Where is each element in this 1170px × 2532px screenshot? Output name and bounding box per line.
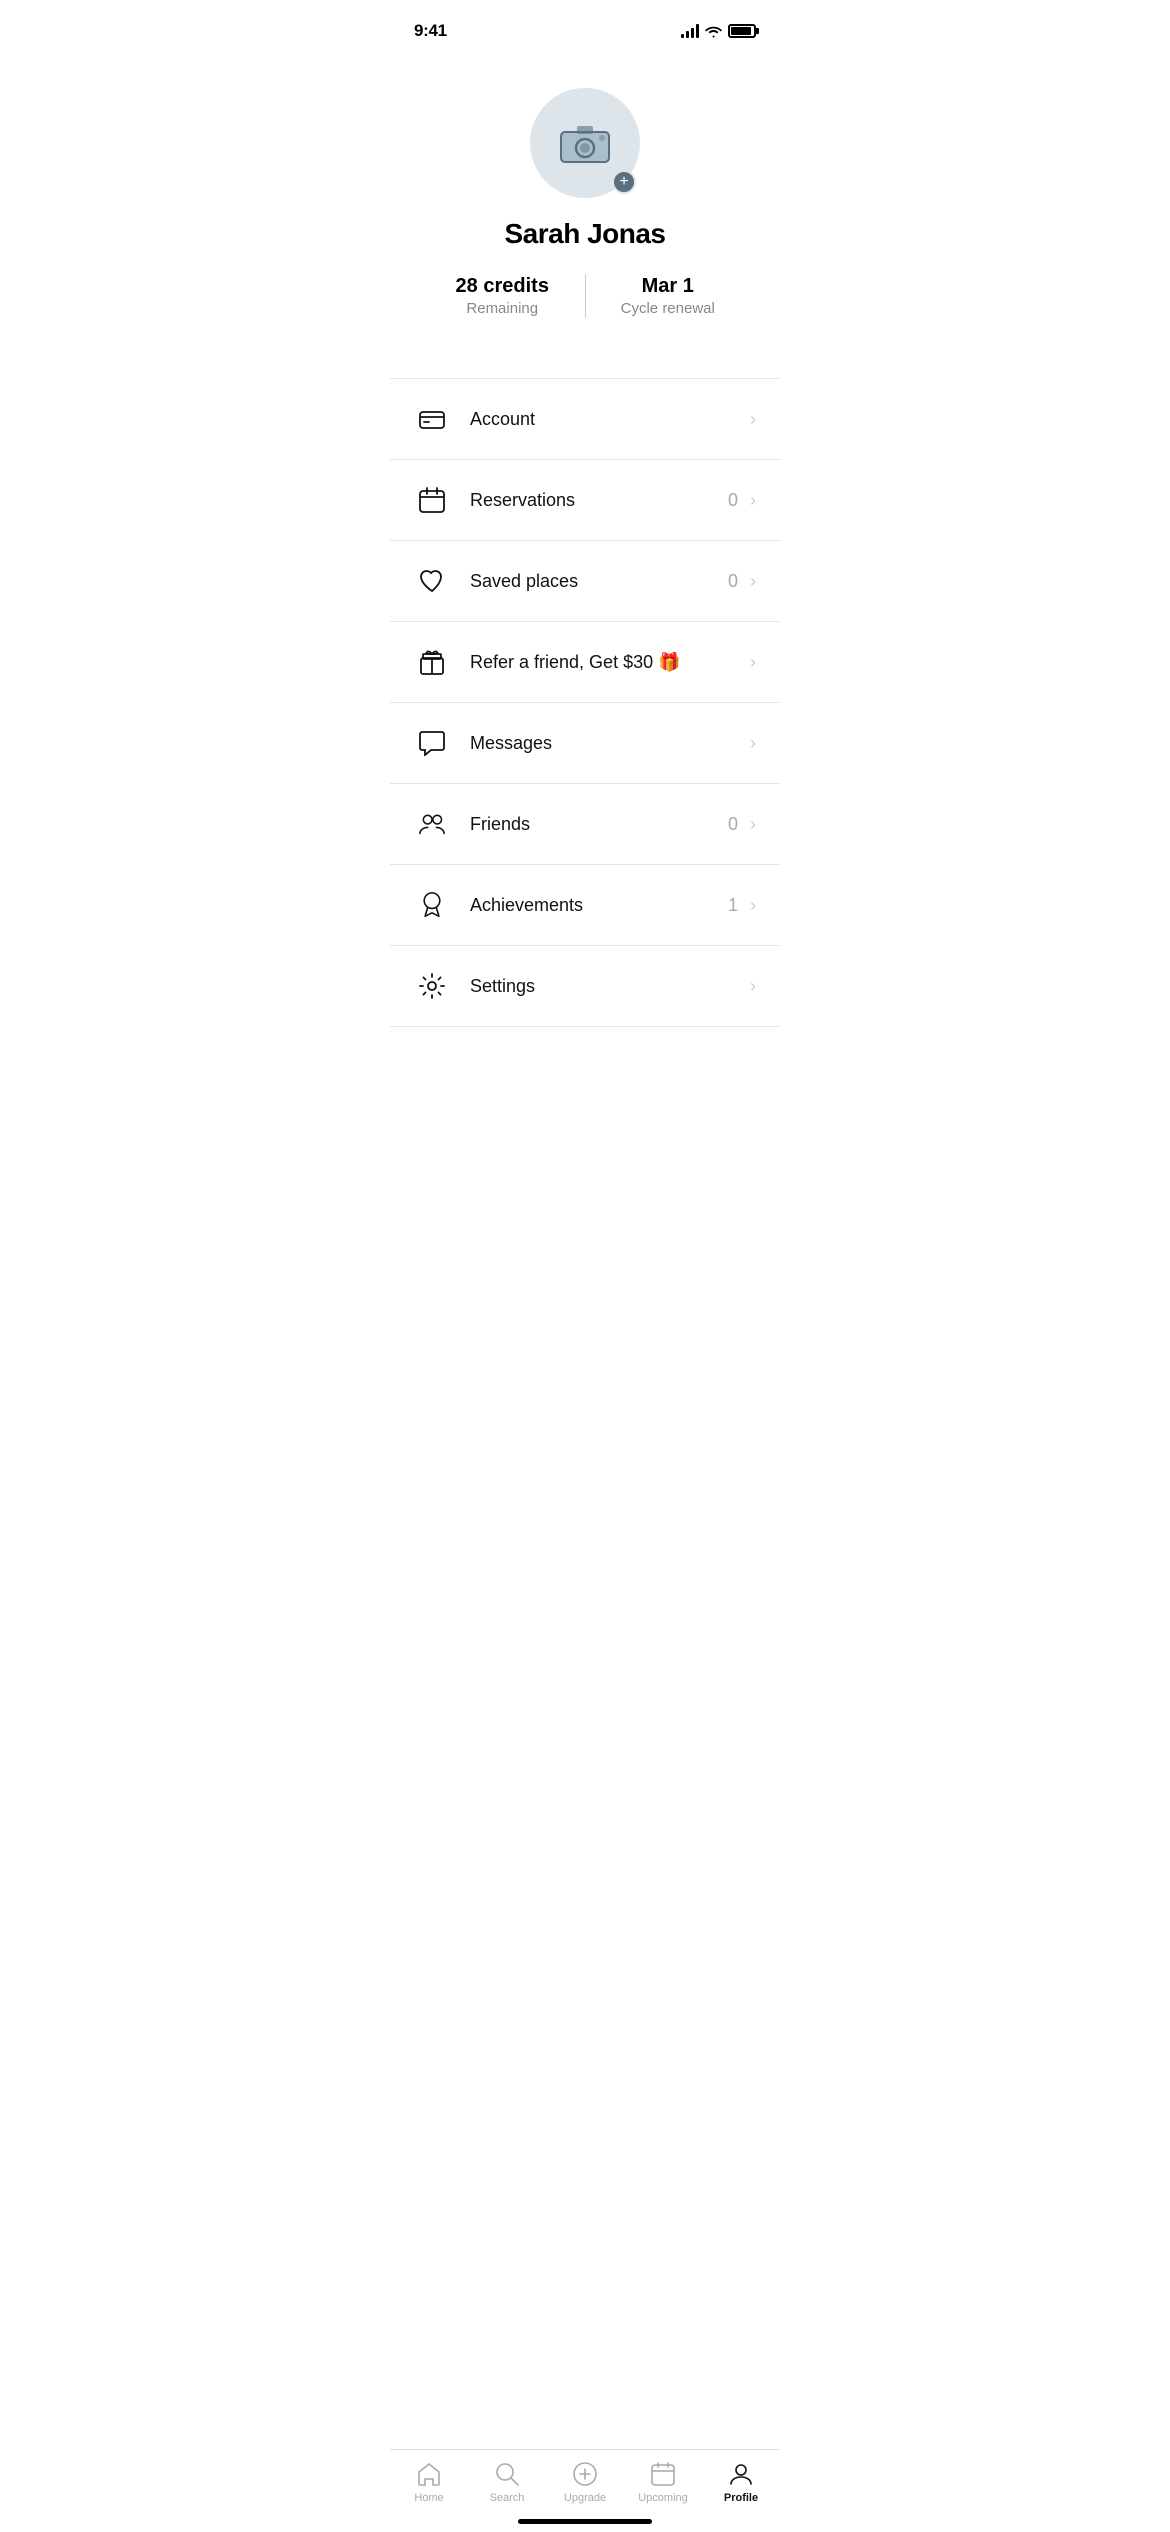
tab-upcoming[interactable]: Upcoming xyxy=(624,2460,702,2504)
status-time: 9:41 xyxy=(414,21,447,41)
wifi-icon xyxy=(705,25,722,38)
home-icon xyxy=(415,2460,443,2488)
menu-item-messages[interactable]: Messages › xyxy=(390,703,780,784)
reservations-badge: 0 xyxy=(728,490,738,511)
home-tab-label: Home xyxy=(414,2492,443,2504)
tab-upgrade[interactable]: Upgrade xyxy=(546,2460,624,2504)
account-label: Account xyxy=(470,409,750,430)
settings-icon xyxy=(414,968,450,1004)
credits-label: Remaining xyxy=(466,300,538,317)
refer-chevron: › xyxy=(750,652,756,673)
menu-item-settings[interactable]: Settings › xyxy=(390,946,780,1027)
upgrade-tab-label: Upgrade xyxy=(564,2492,606,2504)
credits-stat: 28 credits Remaining xyxy=(430,275,575,317)
battery-icon xyxy=(728,24,756,38)
menu-item-refer[interactable]: Refer a friend, Get $30 🎁 › xyxy=(390,622,780,703)
reservations-chevron: › xyxy=(750,490,756,511)
tab-profile[interactable]: Profile xyxy=(702,2460,780,2504)
reservations-label: Reservations xyxy=(470,490,728,511)
account-chevron: › xyxy=(750,409,756,430)
achievements-label: Achievements xyxy=(470,895,728,916)
stats-row: 28 credits Remaining Mar 1 Cycle renewal xyxy=(390,274,780,318)
menu-item-saved-places[interactable]: Saved places 0 › xyxy=(390,541,780,622)
camera-icon xyxy=(559,122,611,164)
renewal-value: Mar 1 xyxy=(642,275,694,298)
message-icon xyxy=(414,725,450,761)
saved-places-label: Saved places xyxy=(470,571,728,592)
saved-places-chevron: › xyxy=(750,571,756,592)
tab-search[interactable]: Search xyxy=(468,2460,546,2504)
profile-icon xyxy=(727,2460,755,2488)
profile-section: + Sarah Jonas 28 credits Remaining Mar 1… xyxy=(390,48,780,348)
renewal-stat: Mar 1 Cycle renewal xyxy=(596,275,741,317)
achievements-badge: 1 xyxy=(728,895,738,916)
settings-label: Settings xyxy=(470,976,750,997)
upcoming-icon xyxy=(649,2460,677,2488)
renewal-label: Cycle renewal xyxy=(621,300,715,317)
avatar-upload-button[interactable]: + xyxy=(530,88,640,198)
menu-item-reservations[interactable]: Reservations 0 › xyxy=(390,460,780,541)
friends-chevron: › xyxy=(750,814,756,835)
tab-home[interactable]: Home xyxy=(390,2460,468,2504)
upcoming-tab-label: Upcoming xyxy=(638,2492,688,2504)
signal-bars-icon xyxy=(681,24,699,38)
status-icons xyxy=(681,24,756,38)
user-name: Sarah Jonas xyxy=(504,218,665,250)
credit-card-icon xyxy=(414,401,450,437)
messages-label: Messages xyxy=(470,733,750,754)
status-bar: 9:41 xyxy=(390,0,780,48)
saved-places-badge: 0 xyxy=(728,571,738,592)
settings-chevron: › xyxy=(750,976,756,997)
search-tab-label: Search xyxy=(490,2492,525,2504)
messages-chevron: › xyxy=(750,733,756,754)
gift-icon xyxy=(414,644,450,680)
achievements-chevron: › xyxy=(750,895,756,916)
upgrade-icon xyxy=(571,2460,599,2488)
search-icon xyxy=(493,2460,521,2488)
menu-list: Account › Reservations 0 › Saved places … xyxy=(390,378,780,1027)
add-photo-badge: + xyxy=(612,170,636,194)
heart-icon xyxy=(414,563,450,599)
menu-item-account[interactable]: Account › xyxy=(390,379,780,460)
friends-badge: 0 xyxy=(728,814,738,835)
menu-item-friends[interactable]: Friends 0 › xyxy=(390,784,780,865)
achievement-icon xyxy=(414,887,450,923)
menu-item-achievements[interactable]: Achievements 1 › xyxy=(390,865,780,946)
friends-label: Friends xyxy=(470,814,728,835)
stats-divider xyxy=(585,274,586,318)
refer-label: Refer a friend, Get $30 🎁 xyxy=(470,652,750,673)
profile-tab-label: Profile xyxy=(724,2492,758,2504)
friends-icon xyxy=(414,806,450,842)
credits-value: 28 credits xyxy=(456,275,549,298)
home-indicator xyxy=(518,2519,652,2524)
calendar-icon xyxy=(414,482,450,518)
